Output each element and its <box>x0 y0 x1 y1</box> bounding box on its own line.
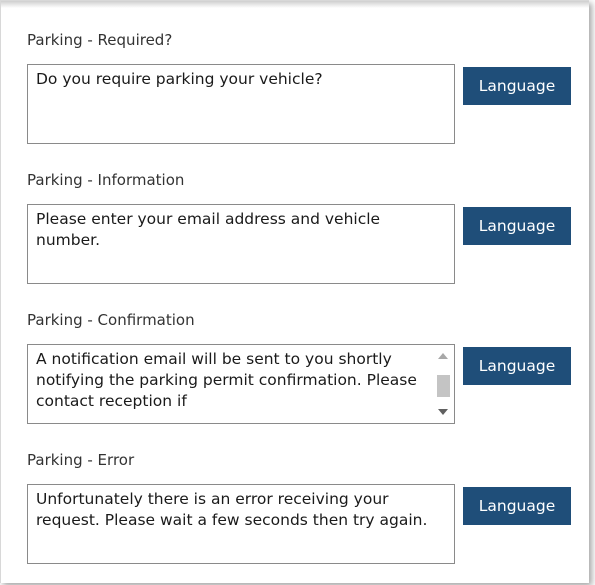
parking-required-label: Parking - Required? <box>27 31 173 49</box>
parking-information-language-button[interactable]: Language <box>463 207 571 245</box>
parking-error-language-button[interactable]: Language <box>463 487 571 525</box>
parking-required-textbox[interactable]: Do you require parking your vehicle? <box>27 64 455 144</box>
parking-confirmation-language-button[interactable]: Language <box>463 347 571 385</box>
parking-confirmation-textbox[interactable]: A notification email will be sent to you… <box>27 344 455 424</box>
parking-information-text: Please enter your email address and vehi… <box>36 210 381 249</box>
parking-messages-panel: Parking - Required? Do you require parki… <box>0 0 589 583</box>
parking-required-language-button[interactable]: Language <box>463 67 571 105</box>
parking-confirmation-scrollbar[interactable] <box>432 345 454 423</box>
scroll-down-arrow-icon[interactable] <box>438 409 448 415</box>
parking-error-label: Parking - Error <box>27 451 135 469</box>
parking-required-text: Do you require parking your vehicle? <box>36 70 323 88</box>
parking-confirmation-text: A notification email will be sent to you… <box>36 350 417 410</box>
parking-information-textbox[interactable]: Please enter your email address and vehi… <box>27 204 455 284</box>
parking-information-label: Parking - Information <box>27 171 185 189</box>
parking-error-text: Unfortunately there is an error receivin… <box>36 490 428 529</box>
scrollbar-thumb[interactable] <box>437 375 450 397</box>
parking-error-textbox[interactable]: Unfortunately there is an error receivin… <box>27 484 455 564</box>
parking-confirmation-label: Parking - Confirmation <box>27 311 195 329</box>
scroll-up-arrow-icon[interactable] <box>438 353 448 359</box>
